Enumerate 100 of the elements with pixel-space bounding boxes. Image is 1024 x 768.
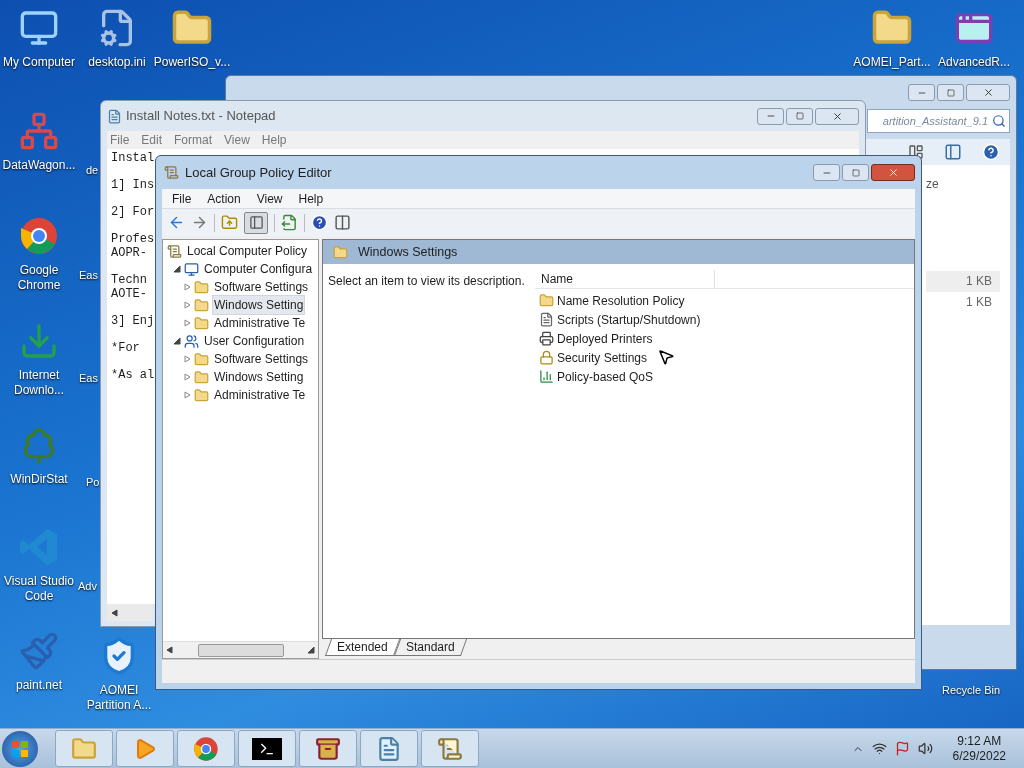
column-header[interactable]: ze bbox=[926, 177, 939, 191]
collapsed-arrow-icon[interactable] bbox=[183, 355, 191, 363]
collapsed-arrow-icon[interactable] bbox=[183, 391, 191, 399]
toggle-tree-button[interactable] bbox=[244, 211, 268, 234]
close-icon bbox=[831, 110, 843, 122]
menu-item[interactable]: File bbox=[110, 131, 130, 149]
list-item[interactable]: Scripts (Startup/Shutdown) bbox=[557, 310, 701, 329]
bar-chart-icon bbox=[539, 369, 554, 384]
minimize-button[interactable] bbox=[757, 107, 784, 125]
scroll-thumb[interactable] bbox=[197, 643, 284, 657]
desktop-icon-label[interactable]: AOMEI_Part... bbox=[853, 55, 931, 70]
close-button[interactable] bbox=[871, 164, 915, 181]
menu-item[interactable]: View bbox=[256, 189, 283, 208]
desktop-icon-label[interactable]: Eas bbox=[79, 371, 98, 386]
desktop-icon-label[interactable]: Visual Studio Code bbox=[0, 574, 78, 604]
expanded-arrow-icon[interactable] bbox=[173, 337, 181, 345]
tree-item[interactable]: Software Settings bbox=[212, 277, 311, 297]
users-icon bbox=[184, 333, 199, 349]
text-line: 2] For bbox=[111, 205, 155, 219]
tree-item[interactable]: Local Computer Policy bbox=[185, 241, 310, 261]
computer-icon bbox=[184, 261, 199, 277]
clock-time[interactable]: 9:12 AM bbox=[957, 733, 1002, 749]
desktop-icon-label[interactable]: AdvancedR... bbox=[937, 55, 1010, 70]
window-title: Install Notes.txt - Notepad bbox=[126, 107, 276, 126]
menu-item[interactable]: Edit bbox=[141, 131, 163, 149]
collapsed-arrow-icon[interactable] bbox=[183, 319, 191, 327]
menu-item[interactable]: Format bbox=[174, 131, 213, 149]
maximize-button[interactable] bbox=[786, 107, 813, 125]
horizontal-scrollbar[interactable] bbox=[163, 641, 318, 658]
columns-icon[interactable] bbox=[334, 214, 351, 231]
column-header[interactable]: Name bbox=[535, 269, 715, 288]
taskbar-button[interactable] bbox=[238, 730, 296, 767]
tree-item[interactable]: Computer Configura bbox=[202, 259, 315, 279]
tree-item[interactable]: Windows Setting bbox=[212, 367, 306, 387]
taskbar-button[interactable] bbox=[299, 730, 357, 767]
menu-item[interactable]: Action bbox=[207, 189, 241, 208]
preview-pane-icon[interactable] bbox=[944, 143, 962, 161]
forward-icon[interactable] bbox=[191, 214, 208, 231]
collapsed-arrow-icon[interactable] bbox=[183, 283, 191, 291]
folder-up-icon[interactable] bbox=[221, 214, 238, 231]
desktop-icon-label[interactable]: Google Chrome bbox=[0, 263, 78, 293]
start-button[interactable] bbox=[2, 730, 38, 767]
back-icon[interactable] bbox=[168, 214, 185, 231]
scroll-left-icon[interactable] bbox=[166, 646, 174, 654]
desktop-icon-label[interactable]: PowerISO_v... bbox=[153, 55, 231, 70]
desktop-icon-label[interactable]: My Computer bbox=[3, 55, 75, 70]
text-line: 3] Enj bbox=[111, 314, 155, 328]
help-icon[interactable] bbox=[311, 214, 328, 231]
mouse-cursor-icon bbox=[657, 348, 675, 366]
expanded-arrow-icon[interactable] bbox=[173, 265, 181, 273]
desktop-icon-label[interactable]: desktop.ini bbox=[88, 55, 146, 70]
desktop-icon-label[interactable]: Recycle Bin bbox=[942, 683, 1001, 698]
collapsed-arrow-icon[interactable] bbox=[183, 301, 191, 309]
minimize-button[interactable] bbox=[908, 84, 935, 101]
desktop-icon-label[interactable]: Po bbox=[86, 475, 100, 490]
folder-icon bbox=[194, 315, 209, 331]
clock-date[interactable]: 6/29/2022 bbox=[952, 748, 1006, 764]
network-icon[interactable] bbox=[871, 741, 887, 756]
list-item[interactable]: Name Resolution Policy bbox=[557, 291, 685, 310]
desktop-icon-label[interactable]: de bbox=[86, 163, 99, 178]
collapsed-arrow-icon[interactable] bbox=[183, 373, 191, 381]
menu-item[interactable]: Help bbox=[261, 131, 287, 149]
desktop-icon-label[interactable]: Eas bbox=[79, 268, 98, 283]
desktop-icon-label[interactable]: Internet Downlo... bbox=[0, 368, 78, 398]
view-tab[interactable]: Extended bbox=[324, 639, 400, 656]
desktop-icon-label[interactable]: AOMEI Partition A... bbox=[80, 683, 158, 713]
desktop-icon-label[interactable]: WinDirStat bbox=[10, 472, 68, 487]
desktop-icon-label[interactable]: paint.net bbox=[15, 678, 62, 693]
tree-item[interactable]: Administrative Te bbox=[212, 313, 308, 333]
maximize-button[interactable] bbox=[937, 84, 964, 101]
menu-item[interactable]: Help bbox=[298, 189, 324, 208]
list-item[interactable]: Security Settings bbox=[557, 348, 648, 367]
tree-item[interactable]: Administrative Te bbox=[212, 385, 308, 405]
tree-item[interactable]: User Configuration bbox=[202, 331, 307, 351]
folder-icon bbox=[539, 293, 554, 308]
list-item[interactable]: Policy-based QoS bbox=[557, 367, 654, 386]
horizontal-scrollbar[interactable] bbox=[107, 604, 153, 621]
maximize-icon bbox=[851, 168, 860, 177]
help-icon[interactable] bbox=[982, 143, 1000, 161]
speaker-icon[interactable] bbox=[917, 741, 933, 756]
search-field[interactable]: artition_Assistant_9.1 bbox=[867, 109, 1010, 133]
menu-item[interactable]: View bbox=[224, 131, 250, 149]
window-title: Local Group Policy Editor bbox=[185, 163, 332, 182]
text-line: *For bbox=[111, 341, 140, 355]
view-tab[interactable]: Standard bbox=[393, 639, 467, 656]
menu-item[interactable]: File bbox=[172, 189, 192, 208]
tree-item[interactable]: Software Settings bbox=[212, 349, 311, 369]
scroll-left-icon[interactable] bbox=[111, 608, 119, 617]
close-button[interactable] bbox=[966, 84, 1010, 101]
tree-item[interactable]: Windows Setting bbox=[212, 295, 306, 315]
desktop-icon-label[interactable]: DataWagon... bbox=[2, 158, 76, 173]
close-button[interactable] bbox=[815, 107, 859, 125]
export-icon[interactable] bbox=[281, 214, 298, 231]
minimize-button[interactable] bbox=[813, 164, 840, 181]
maximize-button[interactable] bbox=[842, 164, 869, 181]
flag-icon[interactable] bbox=[894, 741, 910, 756]
folder-icon bbox=[194, 279, 209, 295]
list-item[interactable]: Deployed Printers bbox=[557, 329, 653, 348]
file-size: 1 KB bbox=[965, 294, 993, 311]
desktop-icon-label[interactable]: Adv bbox=[78, 579, 97, 594]
